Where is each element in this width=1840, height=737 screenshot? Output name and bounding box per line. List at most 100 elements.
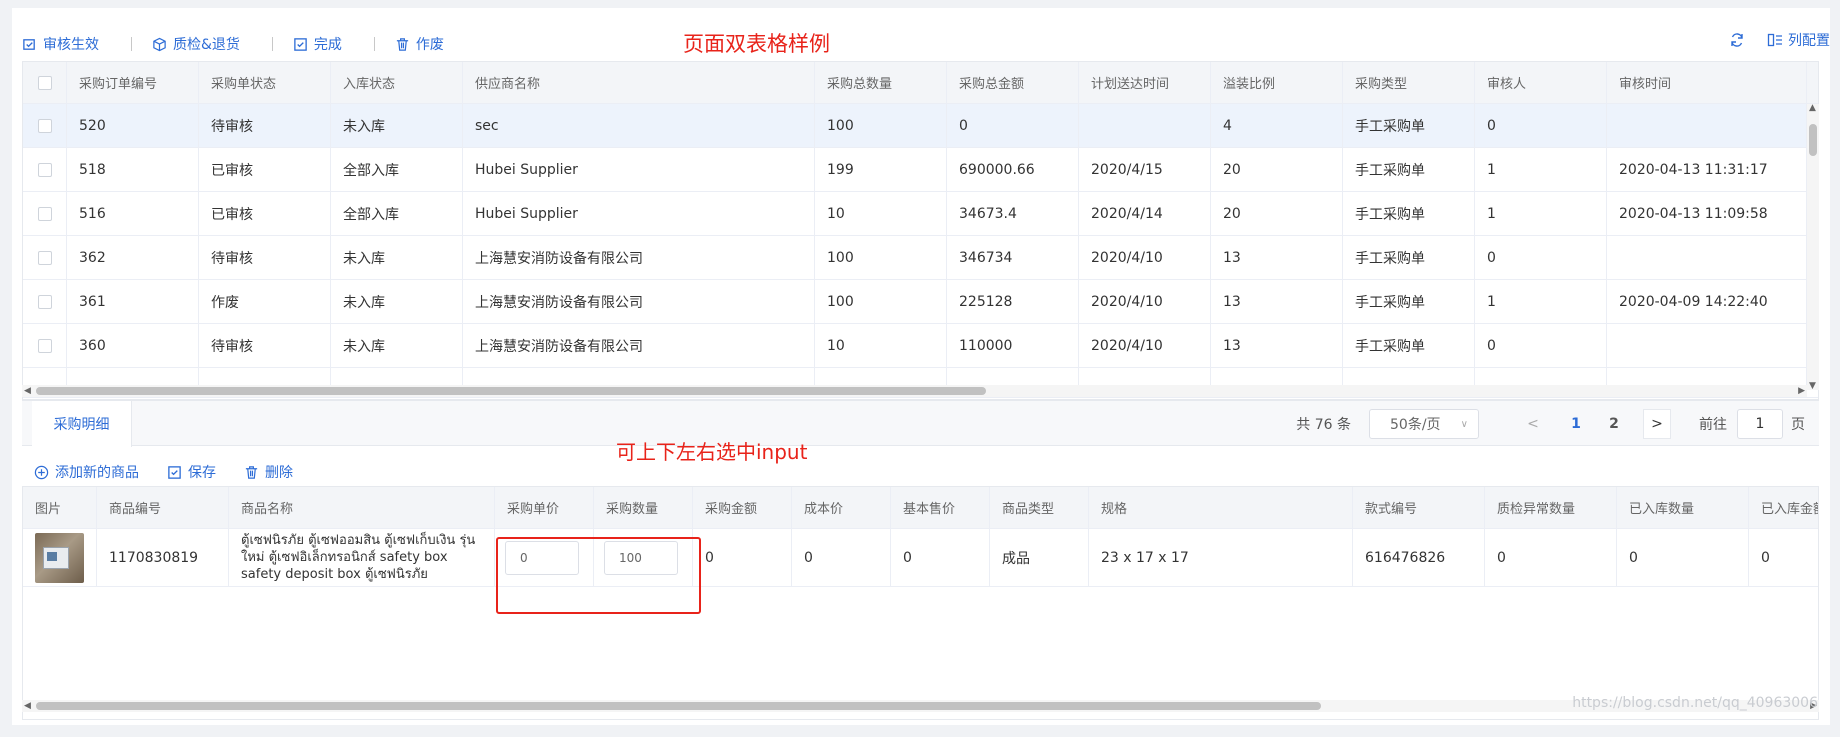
cell-order-no: 361: [67, 280, 199, 323]
header-cell[interactable]: 采购类型: [1343, 62, 1475, 103]
header-cell[interactable]: 计划送达时间: [1079, 62, 1211, 103]
cell-overflow-ratio: 13: [1211, 280, 1343, 323]
header-cell[interactable]: 已入库金额: [1749, 487, 1818, 528]
page-number-2[interactable]: 2: [1601, 416, 1627, 432]
page-size-select[interactable]: 50条/页 ∨: [1369, 409, 1479, 439]
page-number-1[interactable]: 1: [1563, 416, 1589, 432]
cell-product-type: 成品: [990, 529, 1089, 586]
header-cell[interactable]: 商品编号: [97, 487, 229, 528]
row-checkbox-cell[interactable]: [23, 104, 67, 147]
header-cell[interactable]: 商品名称: [229, 487, 495, 528]
cell-order-no: 516: [67, 192, 199, 235]
table-row[interactable]: 516 已审核 全部入库 Hubei Supplier 10 34673.4 2…: [23, 192, 1818, 236]
page-suffix: 页: [1791, 417, 1805, 433]
cell-total-amount: 110000: [947, 324, 1079, 367]
header-cell[interactable]: 规格: [1089, 487, 1353, 528]
order-toolbar: 审核生效 质检&退货 完成 作废: [22, 26, 462, 62]
cell-total-qty: 10: [815, 192, 947, 235]
header-cell[interactable]: 采购金额: [693, 487, 792, 528]
header-cell[interactable]: 采购数量: [594, 487, 693, 528]
header-cell[interactable]: 入库状态: [331, 62, 463, 103]
header-cell[interactable]: 基本售价: [891, 487, 990, 528]
cell-supplier: sec: [463, 104, 815, 147]
column-config-button[interactable]: 列配置: [1767, 30, 1830, 50]
table-row[interactable]: 1170830819 ตู้เซฟนิรภัย ตู้เซฟออมสิน ตู้…: [23, 529, 1818, 587]
select-all-checkbox[interactable]: [37, 75, 52, 90]
header-cell[interactable]: 采购总数量: [815, 62, 947, 103]
row-checkbox-cell[interactable]: [23, 148, 67, 191]
select-all-cell[interactable]: [23, 62, 67, 103]
approve-button[interactable]: 审核生效: [22, 34, 117, 54]
scroll-down-arrow[interactable]: ▼: [1809, 380, 1816, 392]
table-row[interactable]: 360 待审核 未入库 上海慧安消防设备有限公司 10 110000 2020/…: [23, 324, 1818, 368]
header-cell[interactable]: 款式编号: [1353, 487, 1485, 528]
tab-purchase-detail[interactable]: 采购明细: [32, 401, 132, 447]
complete-button[interactable]: 完成: [293, 34, 360, 54]
chevron-left-icon: <: [1527, 416, 1539, 432]
qc-return-button[interactable]: 质检&退货: [152, 34, 258, 54]
watermark: https://blog.csdn.net/qq_40963006: [1572, 695, 1818, 711]
row-checkbox-cell[interactable]: [23, 192, 67, 235]
header-cell[interactable]: 采购总金额: [947, 62, 1079, 103]
goto-page-input[interactable]: 1: [1737, 409, 1783, 439]
cell-image: [23, 529, 97, 586]
check-square-icon: [294, 37, 307, 51]
row-checkbox[interactable]: [37, 206, 52, 221]
row-checkbox[interactable]: [37, 162, 52, 177]
cell-total-qty: 100: [815, 104, 947, 147]
cell-style-no: 616476826: [1353, 529, 1485, 586]
delete-button[interactable]: 删除: [244, 462, 293, 482]
scroll-up-arrow[interactable]: ▲: [1809, 102, 1816, 114]
scroll-right-arrow[interactable]: ▶: [1798, 385, 1805, 397]
header-cell[interactable]: 采购单状态: [199, 62, 331, 103]
table-row[interactable]: 518 已审核 全部入库 Hubei Supplier 199 690000.6…: [23, 148, 1818, 192]
scroll-left-arrow[interactable]: ◀: [24, 700, 31, 712]
header-cell[interactable]: 供应商名称: [463, 62, 815, 103]
save-button[interactable]: 保存: [167, 462, 216, 482]
row-checkbox[interactable]: [37, 294, 52, 309]
row-checkbox-cell[interactable]: [23, 280, 67, 323]
scroll-thumb[interactable]: [36, 387, 986, 395]
cell-order-no: 362: [67, 236, 199, 279]
cell-review-time: [1607, 104, 1807, 147]
row-checkbox[interactable]: [37, 118, 52, 133]
row-checkbox[interactable]: [37, 338, 52, 353]
header-cell[interactable]: 采购单价: [495, 487, 594, 528]
prev-page-button[interactable]: <: [1519, 409, 1547, 439]
row-checkbox[interactable]: [37, 250, 52, 265]
scroll-thumb[interactable]: [36, 702, 1321, 710]
header-cell[interactable]: 成本价: [792, 487, 891, 528]
header-cell[interactable]: 质检异常数量: [1485, 487, 1617, 528]
cell-reviewer: 0: [1475, 104, 1607, 147]
cell-purchase-type: 手工采购单: [1343, 280, 1475, 323]
header-cell[interactable]: 已入库数量: [1617, 487, 1749, 528]
cell-total-amount: 346734: [947, 236, 1079, 279]
table-row[interactable]: 362 待审核 未入库 上海慧安消防设备有限公司 100 346734 2020…: [23, 236, 1818, 280]
total-count: 共 76 条: [1296, 417, 1351, 433]
details-horizontal-scrollbar[interactable]: ◀ ▶: [22, 700, 1819, 712]
cell-delivery-date: 2020/4/10: [1079, 236, 1211, 279]
columns-icon: [1767, 33, 1782, 47]
void-button[interactable]: 作废: [395, 34, 462, 54]
approve-label: 审核生效: [43, 37, 99, 53]
orders-horizontal-scrollbar[interactable]: ◀ ▶: [22, 385, 1807, 397]
add-product-button[interactable]: 添加新的商品: [34, 462, 139, 482]
orders-vertical-scrollbar[interactable]: ▲ ▼: [1807, 102, 1819, 392]
row-checkbox-cell[interactable]: [23, 324, 67, 367]
refresh-icon[interactable]: [1729, 32, 1745, 48]
row-checkbox-cell[interactable]: [23, 236, 67, 279]
table-row[interactable]: 520 待审核 未入库 sec 100 0 4 手工采购单 0: [23, 104, 1818, 148]
next-page-button[interactable]: >: [1643, 409, 1671, 439]
header-cell[interactable]: 溢装比例: [1211, 62, 1343, 103]
header-cell[interactable]: 审核时间: [1607, 62, 1807, 103]
scroll-left-arrow[interactable]: ◀: [24, 385, 31, 397]
trash-icon: [245, 465, 258, 479]
scroll-thumb[interactable]: [1809, 124, 1817, 156]
add-product-label: 添加新的商品: [55, 465, 139, 481]
table-row[interactable]: 361 作废 未入库 上海慧安消防设备有限公司 100 225128 2020/…: [23, 280, 1818, 324]
header-cell[interactable]: 审核人: [1475, 62, 1607, 103]
header-cell[interactable]: 商品类型: [990, 487, 1089, 528]
chevron-right-icon: >: [1651, 416, 1663, 432]
header-cell[interactable]: 图片: [23, 487, 97, 528]
header-cell[interactable]: 采购订单编号: [67, 62, 199, 103]
